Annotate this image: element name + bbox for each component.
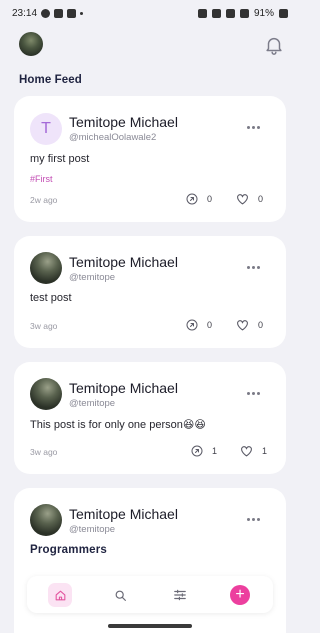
author-name[interactable]: Temitope Michael	[69, 114, 178, 130]
nav-filter[interactable]	[168, 583, 192, 607]
profile-avatar[interactable]	[19, 32, 43, 56]
nav-home[interactable]	[48, 583, 72, 607]
more-horizontal-icon[interactable]	[247, 518, 261, 524]
wifi-icon	[225, 8, 235, 18]
share-button[interactable]: 1	[191, 445, 217, 457]
avatar[interactable]	[30, 504, 62, 536]
status-right: 91%	[197, 7, 288, 19]
post-text: test post	[30, 292, 72, 304]
avatar[interactable]: T	[30, 113, 62, 145]
message-icon	[54, 8, 64, 18]
like-count: 0	[258, 320, 264, 330]
share-button[interactable]: 0	[186, 193, 212, 205]
author-handle[interactable]: @michealOolawale2	[69, 132, 156, 143]
calendar-icon	[67, 8, 77, 18]
home-icon	[55, 590, 65, 600]
battery-icon	[279, 8, 288, 18]
heart-icon	[237, 194, 248, 205]
sliders-icon	[174, 589, 186, 601]
like-button[interactable]: 1	[240, 445, 267, 457]
hashtag[interactable]: #First	[30, 174, 53, 184]
post-text: my first post	[30, 153, 90, 165]
post-title: Programmers	[30, 544, 107, 556]
page-title: Home Feed	[19, 74, 82, 86]
search-icon	[115, 590, 126, 601]
like-button[interactable]: 0	[236, 319, 263, 331]
post-card[interactable]: Temitope Michael @temitope test post 3w …	[14, 236, 286, 348]
author-handle[interactable]: @temitope	[69, 272, 115, 283]
author-handle[interactable]: @temitope	[69, 524, 115, 535]
avatar[interactable]	[30, 252, 62, 284]
more-notifications-icon	[80, 11, 84, 15]
status-bar: 23:14 91%	[0, 0, 300, 26]
author-name[interactable]: Temitope Michael	[69, 380, 178, 396]
more-horizontal-icon[interactable]	[247, 126, 261, 132]
author-name[interactable]: Temitope Michael	[69, 254, 178, 270]
post-time: 3w ago	[30, 447, 58, 457]
battery-level: 91%	[253, 7, 274, 19]
share-button[interactable]: 0	[186, 319, 212, 331]
post-text: This post is for only one person😆😆	[30, 419, 206, 431]
more-horizontal-icon[interactable]	[247, 266, 261, 272]
heart-icon	[237, 320, 248, 331]
share-arrow-icon	[186, 193, 198, 205]
notification-icon	[41, 8, 51, 18]
bottom-nav: +	[27, 576, 273, 613]
post-card[interactable]: Temitope Michael @temitope This post is …	[14, 362, 286, 474]
share-arrow-icon	[186, 319, 198, 331]
bell-icon[interactable]	[263, 34, 285, 56]
author-handle[interactable]: @temitope	[69, 398, 115, 409]
share-arrow-icon	[191, 445, 203, 457]
post-card[interactable]: T Temitope Michael @michealOolawale2 my …	[14, 96, 286, 222]
like-button[interactable]: 0	[236, 193, 263, 205]
status-time: 23:14	[12, 7, 38, 19]
like-count: 1	[262, 446, 268, 456]
alarm-icon	[211, 8, 221, 18]
post-time: 2w ago	[30, 195, 58, 205]
top-bar	[0, 30, 300, 60]
post-time: 3w ago	[30, 321, 58, 331]
home-indicator	[108, 624, 192, 628]
status-left: 23:14	[12, 7, 84, 19]
share-count: 0	[207, 320, 213, 330]
share-count: 1	[212, 446, 218, 456]
plus-icon[interactable]: +	[230, 585, 250, 605]
avatar[interactable]	[30, 378, 62, 410]
share-count: 0	[207, 194, 213, 204]
more-horizontal-icon[interactable]	[247, 392, 261, 398]
like-count: 0	[258, 194, 264, 204]
mute-icon	[197, 8, 207, 18]
nav-search[interactable]	[108, 583, 132, 607]
author-name[interactable]: Temitope Michael	[69, 506, 178, 522]
avatar-initial: T	[41, 120, 51, 137]
signal-icon	[239, 8, 249, 18]
heart-icon	[241, 446, 252, 457]
